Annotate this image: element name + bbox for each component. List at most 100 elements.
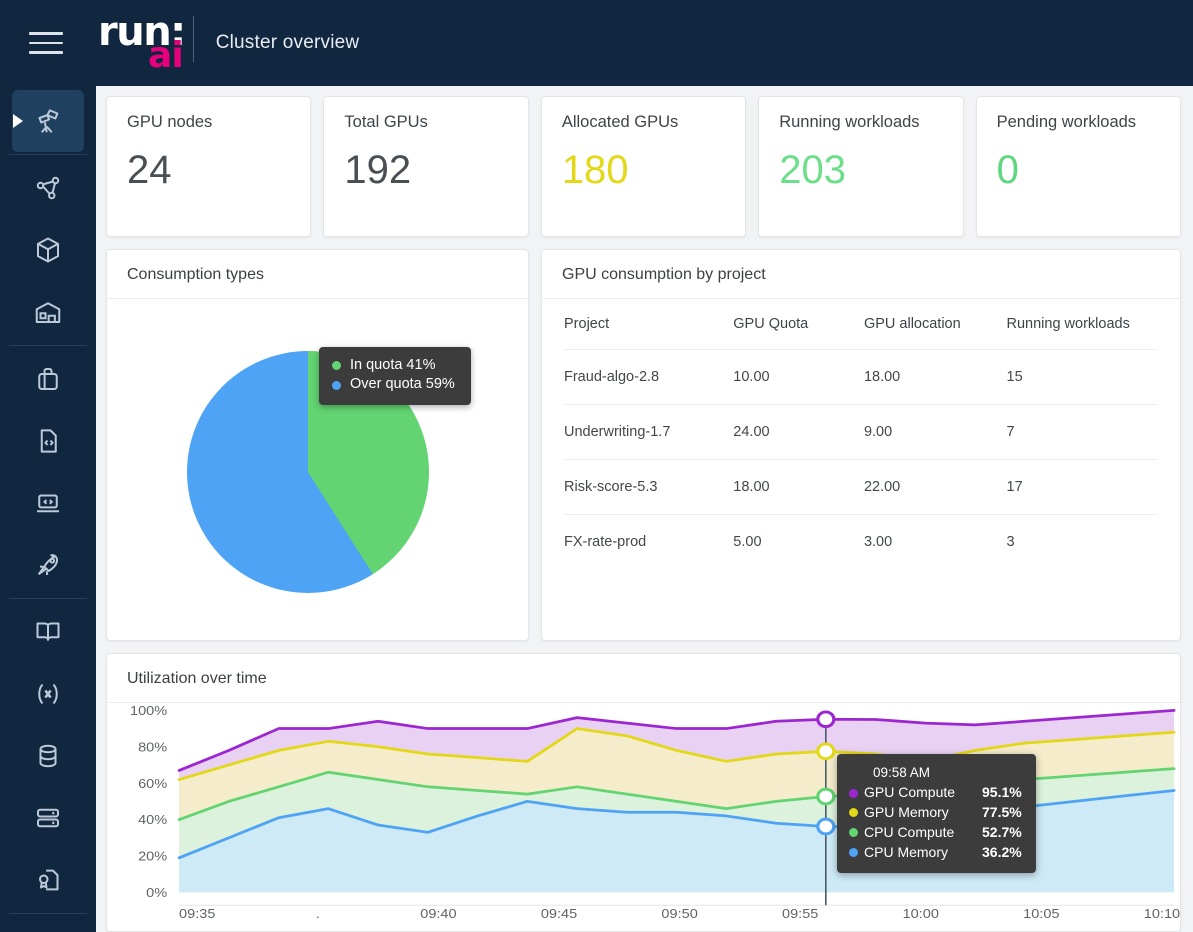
- tooltip-series-value: 95.1%: [982, 783, 1022, 803]
- sidebar-item-credentials[interactable]: [12, 849, 84, 911]
- sidebar-item-compute-resources[interactable]: [12, 787, 84, 849]
- table-row[interactable]: FX-rate-prod 5.00 3.00 3: [564, 515, 1158, 570]
- column-header-project[interactable]: Project: [564, 299, 733, 350]
- hamburger-bar: [29, 32, 63, 35]
- kpi-value: 192: [344, 150, 509, 190]
- tooltip-series-name: GPU Memory: [864, 803, 982, 823]
- svg-text:100%: 100%: [130, 703, 167, 718]
- column-header-gpu-quota[interactable]: GPU Quota: [733, 299, 864, 350]
- legend-dot-gpu-compute: [849, 789, 858, 798]
- server-rack-icon: [33, 803, 63, 833]
- sidebar-divider: [9, 345, 87, 346]
- svg-text:10:05: 10:05: [1023, 906, 1060, 921]
- utilization-tooltip: 09:58 AM GPU Compute 95.1% GPU Memory 77…: [837, 754, 1036, 873]
- utilization-card-title: Utilization over time: [107, 654, 1180, 703]
- sidebar-item-environments[interactable]: [12, 472, 84, 534]
- cell-project: Risk-score-5.3: [564, 460, 733, 515]
- node-share-icon: [33, 173, 63, 203]
- kpi-card-running-workloads[interactable]: Running workloads 203: [758, 96, 963, 237]
- cell-gpu-quota: 18.00: [733, 460, 864, 515]
- consumption-card-title: Consumption types: [107, 250, 528, 299]
- telescope-icon: [33, 106, 63, 136]
- kpi-label: GPU nodes: [127, 113, 292, 132]
- consumption-types-card: Consumption types In quota 41% Over quot…: [106, 249, 529, 641]
- cell-gpu-quota: 10.00: [733, 350, 864, 405]
- cell-gpu-quota: 24.00: [733, 405, 864, 460]
- logo-divider: [193, 16, 194, 62]
- book-icon: [33, 617, 63, 647]
- kpi-card-gpu-nodes[interactable]: GPU nodes 24: [106, 96, 311, 237]
- sidebar-item-data-sources[interactable]: [12, 725, 84, 787]
- sidebar-item-clusters[interactable]: [12, 157, 84, 219]
- sidebar-item-variables[interactable]: [12, 663, 84, 725]
- body-wrapper: GPU nodes 24 Total GPUs 192 Allocated GP…: [0, 86, 1193, 932]
- tooltip-time: 09:58 AM: [873, 763, 1022, 782]
- sidebar: [0, 86, 96, 932]
- sidebar-item-deployments[interactable]: [12, 534, 84, 596]
- laptop-code-icon: [33, 488, 63, 518]
- certificate-file-icon: [33, 865, 63, 895]
- tooltip-series-value: 36.2%: [982, 843, 1022, 863]
- middle-row: Consumption types In quota 41% Over quot…: [106, 249, 1181, 641]
- legend-dot-gpu-memory: [849, 808, 858, 817]
- svg-text:09:50: 09:50: [661, 906, 698, 921]
- legend-dot-in-quota: [332, 361, 341, 370]
- sidebar-item-nodes[interactable]: [12, 219, 84, 281]
- app-root: run: ai Cluster overview: [0, 0, 1193, 932]
- kpi-label: Running workloads: [779, 113, 944, 132]
- svg-text:09:35: 09:35: [179, 906, 216, 921]
- cell-gpu-quota: 5.00: [733, 515, 864, 570]
- sidebar-divider: [9, 154, 87, 155]
- cube-icon: [33, 235, 63, 265]
- sidebar-item-node-pools[interactable]: [12, 281, 84, 343]
- cell-project: Underwriting-1.7: [564, 405, 733, 460]
- kpi-card-total-gpus[interactable]: Total GPUs 192: [323, 96, 528, 237]
- utilization-over-time-card: Utilization over time 0%20%40%60%80%100%…: [106, 653, 1181, 932]
- sidebar-item-templates[interactable]: [12, 410, 84, 472]
- cell-running-workloads: 17: [1007, 460, 1159, 515]
- rocket-icon: [33, 550, 63, 580]
- svg-text:10:00: 10:00: [903, 906, 940, 921]
- kpi-label: Total GPUs: [344, 113, 509, 132]
- pie-chart-area: In quota 41% Over quota 59%: [107, 299, 528, 640]
- top-bar: run: ai Cluster overview: [0, 0, 1193, 86]
- legend-dot-cpu-memory: [849, 848, 858, 857]
- tooltip-row-cpu-compute: CPU Compute 52.7%: [849, 823, 1022, 843]
- utilization-chart-area[interactable]: 0%20%40%60%80%100%09:35.09:4009:4509:500…: [107, 703, 1180, 931]
- file-code-icon: [33, 426, 63, 456]
- svg-text:0%: 0%: [146, 885, 167, 900]
- database-icon: [33, 741, 63, 771]
- sidebar-item-workloads[interactable]: [12, 348, 84, 410]
- table-row[interactable]: Fraud-algo-2.8 10.00 18.00 15: [564, 350, 1158, 405]
- table-row[interactable]: Risk-score-5.3 18.00 22.00 17: [564, 460, 1158, 515]
- table-row[interactable]: Underwriting-1.7 24.00 9.00 7: [564, 405, 1158, 460]
- kpi-value: 203: [779, 150, 944, 190]
- active-pointer-icon: [13, 114, 23, 128]
- column-header-running-workloads[interactable]: Running workloads: [1007, 299, 1159, 350]
- hamburger-bar: [29, 51, 63, 54]
- svg-text:40%: 40%: [138, 812, 167, 827]
- variable-x-icon: [33, 679, 63, 709]
- column-header-gpu-allocation[interactable]: GPU allocation: [864, 299, 1007, 350]
- table-head: Project GPU Quota GPU allocation Running…: [564, 299, 1158, 350]
- tooltip-series-name: CPU Compute: [864, 823, 982, 843]
- kpi-card-pending-workloads[interactable]: Pending workloads 0: [976, 96, 1181, 237]
- cell-running-workloads: 3: [1007, 515, 1159, 570]
- kpi-value: 0: [997, 150, 1162, 190]
- tooltip-row-gpu-memory: GPU Memory 77.5%: [849, 803, 1022, 823]
- sidebar-item-docs[interactable]: [12, 601, 84, 663]
- cell-project: FX-rate-prod: [564, 515, 733, 570]
- tooltip-series-name: CPU Memory: [864, 843, 982, 863]
- briefcase-icon: [33, 364, 63, 394]
- pie-tooltip: In quota 41% Over quota 59%: [319, 347, 471, 405]
- svg-text:80%: 80%: [138, 739, 167, 754]
- kpi-card-allocated-gpus[interactable]: Allocated GPUs 180: [541, 96, 746, 237]
- cell-gpu-allocation: 3.00: [864, 515, 1007, 570]
- hamburger-icon[interactable]: [18, 15, 74, 71]
- sidebar-item-overview[interactable]: [12, 90, 84, 152]
- hamburger-bar: [29, 42, 63, 45]
- logo-text: run: ai: [98, 12, 185, 74]
- runai-logo[interactable]: run: ai: [98, 12, 194, 74]
- sidebar-divider: [9, 598, 87, 599]
- pie-tooltip-row: In quota 41%: [332, 356, 455, 375]
